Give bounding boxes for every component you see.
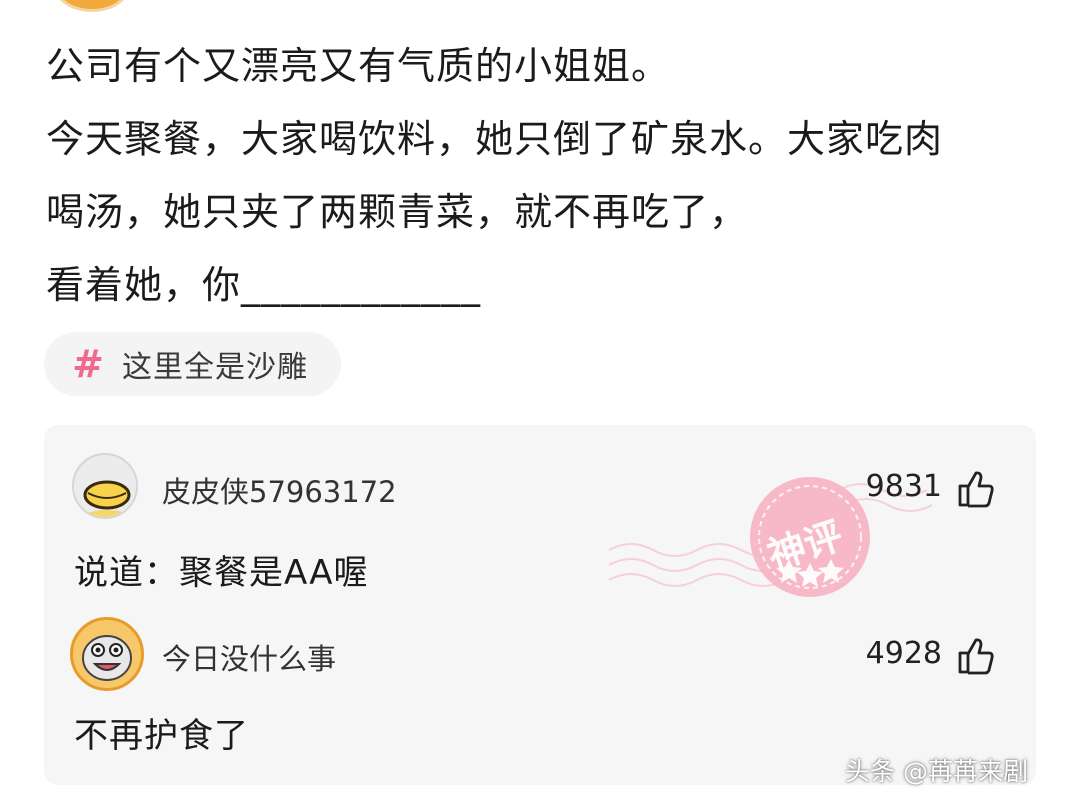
- comment-text: 不再护食了: [74, 716, 249, 756]
- previous-avatar[interactable]: [54, 0, 130, 12]
- cartoon-avatar-icon: [73, 620, 141, 688]
- duck-avatar-icon: [74, 455, 136, 517]
- user-avatar[interactable]: [72, 453, 138, 519]
- comment-username[interactable]: 今日没什么事: [162, 636, 336, 678]
- like-count: 4928: [865, 636, 942, 671]
- post-content: 公司有个又漂亮又有气质的小姐姐。 今天聚餐，大家喝饮料，她只倒了矿泉水。大家吃肉…: [46, 30, 1036, 322]
- hashtag-icon: #: [72, 342, 104, 386]
- source-watermark: 头条 @苒苒来剧: [845, 757, 1028, 786]
- hot-comments-card: 神评 皮皮侠57963172 9831 说道：聚餐是AA喔 今日没什么事 492…: [44, 425, 1036, 785]
- comment-text: 说道：聚餐是AA喔: [74, 553, 369, 593]
- comment-username[interactable]: 皮皮侠57963172: [162, 469, 397, 511]
- topic-tag-button[interactable]: # 这里全是沙雕: [44, 332, 341, 396]
- thumbs-up-icon[interactable]: [956, 469, 996, 509]
- thumbs-up-icon[interactable]: [956, 636, 996, 676]
- topic-label: 这里全是沙雕: [122, 350, 308, 385]
- like-count: 9831: [865, 469, 942, 504]
- post-line: 看着她，你____________: [46, 263, 482, 307]
- post-line: 今天聚餐，大家喝饮料，她只倒了矿泉水。大家吃肉: [46, 117, 944, 161]
- user-avatar[interactable]: [70, 617, 144, 691]
- post-line: 喝汤，她只夹了两颗青菜，就不再吃了，: [46, 190, 749, 234]
- post-line: 公司有个又漂亮又有气质的小姐姐。: [46, 44, 671, 88]
